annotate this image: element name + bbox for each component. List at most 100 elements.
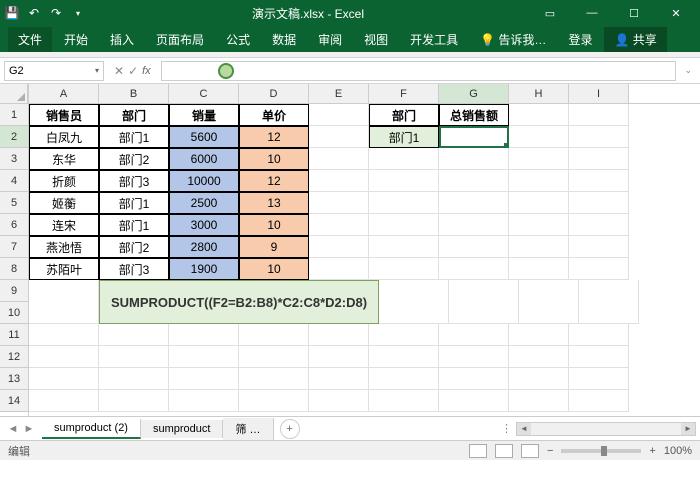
cell[interactable] bbox=[579, 280, 639, 324]
cell[interactable] bbox=[439, 258, 509, 280]
cell[interactable] bbox=[509, 368, 569, 390]
cell[interactable]: 10 bbox=[239, 258, 309, 280]
cell[interactable] bbox=[569, 346, 629, 368]
cell[interactable] bbox=[369, 148, 439, 170]
cell[interactable]: 苏陌叶 bbox=[29, 258, 99, 280]
view-normal-icon[interactable] bbox=[469, 444, 487, 458]
zoom-level[interactable]: 100% bbox=[664, 445, 692, 457]
cell[interactable] bbox=[309, 390, 369, 412]
cell[interactable] bbox=[509, 170, 569, 192]
cell[interactable] bbox=[509, 214, 569, 236]
cell[interactable] bbox=[369, 390, 439, 412]
row-header[interactable]: 10 bbox=[0, 302, 28, 324]
cell[interactable] bbox=[99, 324, 169, 346]
cell[interactable] bbox=[509, 192, 569, 214]
cell[interactable] bbox=[369, 192, 439, 214]
cell[interactable]: 部门2 bbox=[99, 236, 169, 258]
tell-me[interactable]: 💡 告诉我… bbox=[470, 27, 556, 52]
zoom-in-icon[interactable]: + bbox=[649, 445, 655, 457]
sheet-tab[interactable]: sumproduct bbox=[141, 420, 223, 438]
tab-insert[interactable]: 插入 bbox=[100, 27, 144, 52]
row-header[interactable]: 1 bbox=[0, 104, 28, 126]
cell[interactable]: 3000 bbox=[169, 214, 239, 236]
cell[interactable] bbox=[369, 368, 439, 390]
col-header[interactable]: H bbox=[509, 84, 569, 103]
cell[interactable] bbox=[309, 170, 369, 192]
name-box-dropdown-icon[interactable]: ▾ bbox=[95, 66, 99, 75]
cell[interactable]: 总销售额 bbox=[439, 104, 509, 126]
tab-formula[interactable]: 公式 bbox=[216, 27, 260, 52]
cells[interactable]: 销售员 部门 销量 单价 部门 总销售额 白凤九 部门1 5600 12 部门1 bbox=[29, 104, 700, 412]
cell[interactable] bbox=[509, 104, 569, 126]
row-header[interactable]: 13 bbox=[0, 368, 28, 390]
cell[interactable] bbox=[509, 346, 569, 368]
cell[interactable] bbox=[439, 148, 509, 170]
col-header[interactable]: A bbox=[29, 84, 99, 103]
cell[interactable]: 5600 bbox=[169, 126, 239, 148]
row-header[interactable]: 5 bbox=[0, 192, 28, 214]
cell[interactable] bbox=[439, 170, 509, 192]
cell[interactable]: 部门 bbox=[99, 104, 169, 126]
cell[interactable] bbox=[509, 258, 569, 280]
cell[interactable] bbox=[309, 368, 369, 390]
cell[interactable] bbox=[309, 346, 369, 368]
cell[interactable] bbox=[29, 280, 99, 324]
cell[interactable]: 10 bbox=[239, 148, 309, 170]
cell[interactable] bbox=[569, 390, 629, 412]
cell[interactable] bbox=[29, 390, 99, 412]
formula-bar[interactable] bbox=[161, 61, 677, 81]
row-header[interactable]: 12 bbox=[0, 346, 28, 368]
cell[interactable] bbox=[519, 280, 579, 324]
cancel-icon[interactable]: ✕ bbox=[114, 64, 124, 78]
cell[interactable] bbox=[369, 170, 439, 192]
cell[interactable] bbox=[439, 324, 509, 346]
cell[interactable] bbox=[439, 214, 509, 236]
cell[interactable] bbox=[309, 148, 369, 170]
cell[interactable]: 12 bbox=[239, 170, 309, 192]
sheet-nav-prev-icon[interactable]: ◄ bbox=[6, 423, 20, 435]
col-header[interactable]: I bbox=[569, 84, 629, 103]
zoom-out-icon[interactable]: − bbox=[547, 445, 553, 457]
cell[interactable] bbox=[509, 148, 569, 170]
cell[interactable] bbox=[569, 126, 629, 148]
scrollbar-horizontal[interactable]: ◄ ► bbox=[516, 422, 696, 436]
cell[interactable]: 部门 bbox=[369, 104, 439, 126]
sheet-nav-next-icon[interactable]: ► bbox=[22, 423, 36, 435]
formula-display-cell[interactable]: SUMPRODUCT((F2=B2:B8)*C2:C8*D2:D8) bbox=[99, 280, 379, 324]
cell[interactable] bbox=[569, 170, 629, 192]
cell[interactable]: 13 bbox=[239, 192, 309, 214]
active-cell[interactable] bbox=[439, 126, 509, 148]
tab-layout[interactable]: 页面布局 bbox=[146, 27, 214, 52]
fx-icon[interactable]: fx bbox=[142, 65, 151, 77]
cell[interactable]: 1900 bbox=[169, 258, 239, 280]
cell[interactable]: 10000 bbox=[169, 170, 239, 192]
share-button[interactable]: 👤 共享 bbox=[604, 27, 666, 52]
cell[interactable]: 2500 bbox=[169, 192, 239, 214]
col-header[interactable]: E bbox=[309, 84, 369, 103]
cell[interactable] bbox=[509, 390, 569, 412]
cell[interactable]: 销量 bbox=[169, 104, 239, 126]
cell[interactable] bbox=[29, 324, 99, 346]
cell[interactable] bbox=[239, 346, 309, 368]
cell[interactable]: 6000 bbox=[169, 148, 239, 170]
zoom-slider[interactable] bbox=[561, 449, 641, 453]
redo-icon[interactable]: ↷ bbox=[48, 5, 64, 21]
scroll-left-icon[interactable]: ◄ bbox=[517, 423, 531, 435]
cell[interactable] bbox=[309, 258, 369, 280]
col-header[interactable]: C bbox=[169, 84, 239, 103]
cell[interactable] bbox=[439, 390, 509, 412]
maximize-button[interactable]: ☐ bbox=[614, 1, 654, 25]
cell[interactable]: 部门1 bbox=[99, 214, 169, 236]
row-header[interactable]: 7 bbox=[0, 236, 28, 258]
cell[interactable]: 10 bbox=[239, 214, 309, 236]
view-layout-icon[interactable] bbox=[495, 444, 513, 458]
cell[interactable] bbox=[569, 104, 629, 126]
cell[interactable] bbox=[439, 368, 509, 390]
row-header[interactable]: 6 bbox=[0, 214, 28, 236]
cell[interactable]: 部门2 bbox=[99, 148, 169, 170]
tab-review[interactable]: 审阅 bbox=[308, 27, 352, 52]
sheet-tab[interactable]: 筛 … bbox=[223, 418, 273, 440]
cell[interactable] bbox=[169, 390, 239, 412]
cell[interactable]: 9 bbox=[239, 236, 309, 258]
cell[interactable] bbox=[439, 346, 509, 368]
